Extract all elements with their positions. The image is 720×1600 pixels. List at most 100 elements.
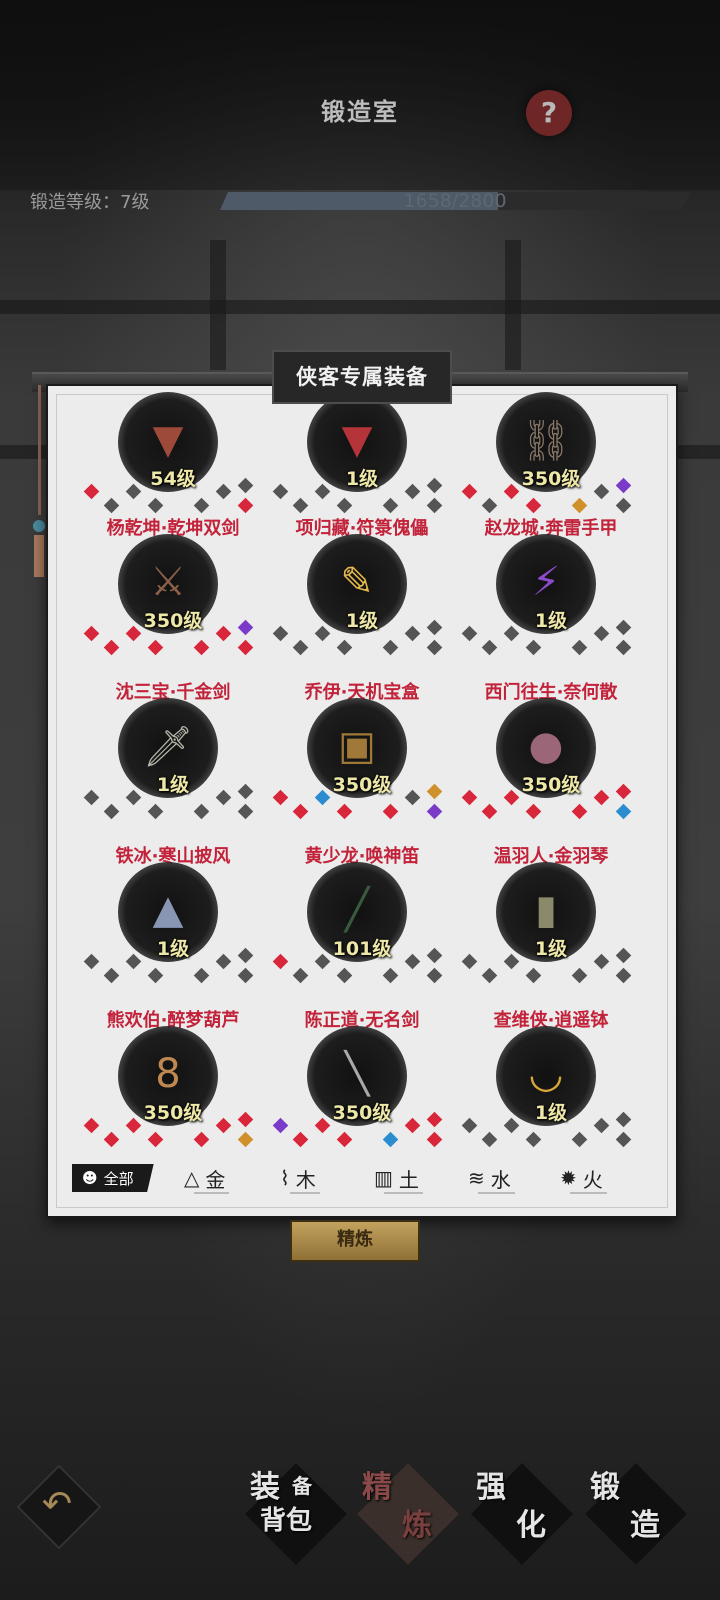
help-icon[interactable]: ? <box>526 90 572 136</box>
element-slot-gem <box>103 967 120 984</box>
nav-label-main: 锻 <box>590 1470 620 1505</box>
equipment-item[interactable]: 项归藏·符箓傀儡 ✎ 1级 <box>257 514 467 682</box>
element-slot-gem <box>481 803 498 820</box>
filter-earth[interactable]: ▥ 土 <box>374 1160 423 1196</box>
element-slot-gem <box>292 1131 309 1148</box>
element-slot-gem <box>103 497 120 514</box>
filter-label: 水 <box>490 1167 511 1192</box>
filter-wood[interactable]: ⌇ 木 <box>280 1160 320 1196</box>
element-slot-gem <box>426 639 443 656</box>
thunder-gauntlet-icon: ⚡ <box>531 559 561 605</box>
filter-label: 土 <box>398 1167 419 1192</box>
element-slots <box>446 947 656 1010</box>
element-slot-gem <box>382 803 399 820</box>
element-slot-gem <box>193 967 210 984</box>
element-slot-gem <box>193 1131 210 1148</box>
element-slot-gem <box>147 639 164 656</box>
equipment-item[interactable]: 沈三宝·千金剑 🗡 1级 <box>68 678 278 846</box>
element-slot-gem <box>237 639 254 656</box>
element-slot-gem <box>193 639 210 656</box>
equipment-item[interactable]: 乔伊·天机宝盒 ▣ 350级 <box>257 678 467 846</box>
element-slot-gem <box>615 967 632 984</box>
filter-skull[interactable]: ☻ 全部 <box>72 1164 154 1192</box>
panel-title: 侠客专属装备 <box>272 350 452 404</box>
element-slot-gem <box>382 639 399 656</box>
element-slot-gem <box>481 1131 498 1148</box>
element-slot-gem <box>237 803 254 820</box>
element-slots <box>446 783 656 846</box>
equipment-item[interactable]: 西门往生·奈何散 ● 350级 <box>446 678 656 846</box>
nav-label-sub: 造 <box>630 1508 660 1543</box>
bottom-nav-tab[interactable]: 装背包备 <box>240 1460 350 1570</box>
filter-fire[interactable]: ✹ 火 <box>560 1160 607 1196</box>
element-slot-gem <box>481 497 498 514</box>
back-button[interactable]: ↶ <box>16 1464 102 1550</box>
plain-sword-icon: ╲ <box>344 1051 370 1097</box>
robe-icon: ▼ <box>341 417 373 463</box>
bg-post <box>505 240 521 370</box>
element-slot-gem <box>426 803 443 820</box>
equipment-item[interactable]: 熊欢伯·醉梦葫芦 8 350级 <box>68 1006 278 1174</box>
zither-icon: ▮ <box>534 887 557 933</box>
skull-icon: ☻ <box>82 1169 98 1187</box>
equipment-item[interactable]: 赵龙城·奔雷手甲 ⚡ 1级 <box>446 514 656 682</box>
progress-text: 1658/2800 <box>403 190 507 212</box>
earth-icon: ▥ <box>374 1166 393 1190</box>
element-slot-gem <box>571 803 588 820</box>
tassel-cord <box>38 385 41 515</box>
element-slot-gem <box>571 639 588 656</box>
element-slot-gem <box>571 967 588 984</box>
element-slot-gem <box>237 967 254 984</box>
element-slot-gem <box>615 803 632 820</box>
filter-underline <box>478 1192 515 1194</box>
element-slot-gem <box>615 497 632 514</box>
filter-metal[interactable]: △ 金 <box>184 1160 230 1196</box>
bottom-nav-tab[interactable]: 锻造 <box>580 1460 690 1570</box>
equipment-item[interactable]: 查维侠·逍遥钵 ◡ 1级 <box>446 1006 656 1174</box>
armor-icon: ▼ <box>152 417 184 463</box>
flute-icon: ╱ <box>344 887 370 933</box>
equipment-item[interactable]: 温羽人·金羽琴 ▮ 1级 <box>446 842 656 1010</box>
element-slot-gem <box>336 803 353 820</box>
element-slot-gem <box>103 803 120 820</box>
element-slot-gem <box>525 639 542 656</box>
element-slot-gem <box>336 967 353 984</box>
bowl-icon: ◡ <box>528 1051 564 1097</box>
bottom-nav-tab[interactable]: 强化 <box>466 1460 576 1570</box>
nav-label-main: 精 <box>362 1470 392 1505</box>
element-slot-gem <box>525 1131 542 1148</box>
filter-underline <box>570 1192 607 1194</box>
element-slot-gem <box>382 497 399 514</box>
equipment-item[interactable]: 陈正道·无名剑 ╲ 350级 <box>257 1006 467 1174</box>
element-slots <box>257 783 467 846</box>
element-slot-gem <box>292 967 309 984</box>
element-slot-gem <box>525 803 542 820</box>
element-slot-gem <box>571 1131 588 1148</box>
filter-underline <box>290 1192 320 1194</box>
element-slot-gem <box>103 639 120 656</box>
wood-icon: ⌇ <box>280 1166 290 1190</box>
page-title: 锻造室 <box>321 98 399 126</box>
tassel-end <box>34 535 44 577</box>
filter-label: 火 <box>582 1167 603 1192</box>
element-slots <box>68 783 278 846</box>
refine-button[interactable]: 精炼 <box>290 1220 420 1262</box>
equipment-item[interactable]: 黄少龙·唤神笛 ╱ 101级 <box>257 842 467 1010</box>
element-slot-gem <box>147 803 164 820</box>
element-slot-gem <box>336 639 353 656</box>
element-slot-gem <box>147 497 164 514</box>
filter-underline <box>384 1192 423 1194</box>
cloak-icon: ▲ <box>152 887 184 933</box>
equipment-item[interactable]: 铁冰·寒山披风 ▲ 1级 <box>68 842 278 1010</box>
element-slot-gem <box>147 1131 164 1148</box>
nav-label-sub: 背包 <box>260 1506 313 1536</box>
bottom-nav-tab[interactable]: 精炼 <box>352 1460 462 1570</box>
equipment-grid[interactable]: ▼ 54级 ▼ 1级 ⛓ 350级 杨乾坤·乾坤双剑 ⚔ 350级 项归藏·符箓傀儡 ✎ 1级 赵龙城·… <box>48 386 676 1148</box>
nav-label-sub: 化 <box>516 1508 546 1543</box>
chain-whip-icon: ⛓ <box>520 417 572 464</box>
filter-water[interactable]: ≋ 水 <box>468 1160 515 1196</box>
metal-icon: △ <box>184 1166 200 1190</box>
equipment-item[interactable]: 杨乾坤·乾坤双剑 ⚔ 350级 <box>68 514 278 682</box>
element-slot-gem <box>481 639 498 656</box>
nav-label-small: 备 <box>292 1474 312 1498</box>
